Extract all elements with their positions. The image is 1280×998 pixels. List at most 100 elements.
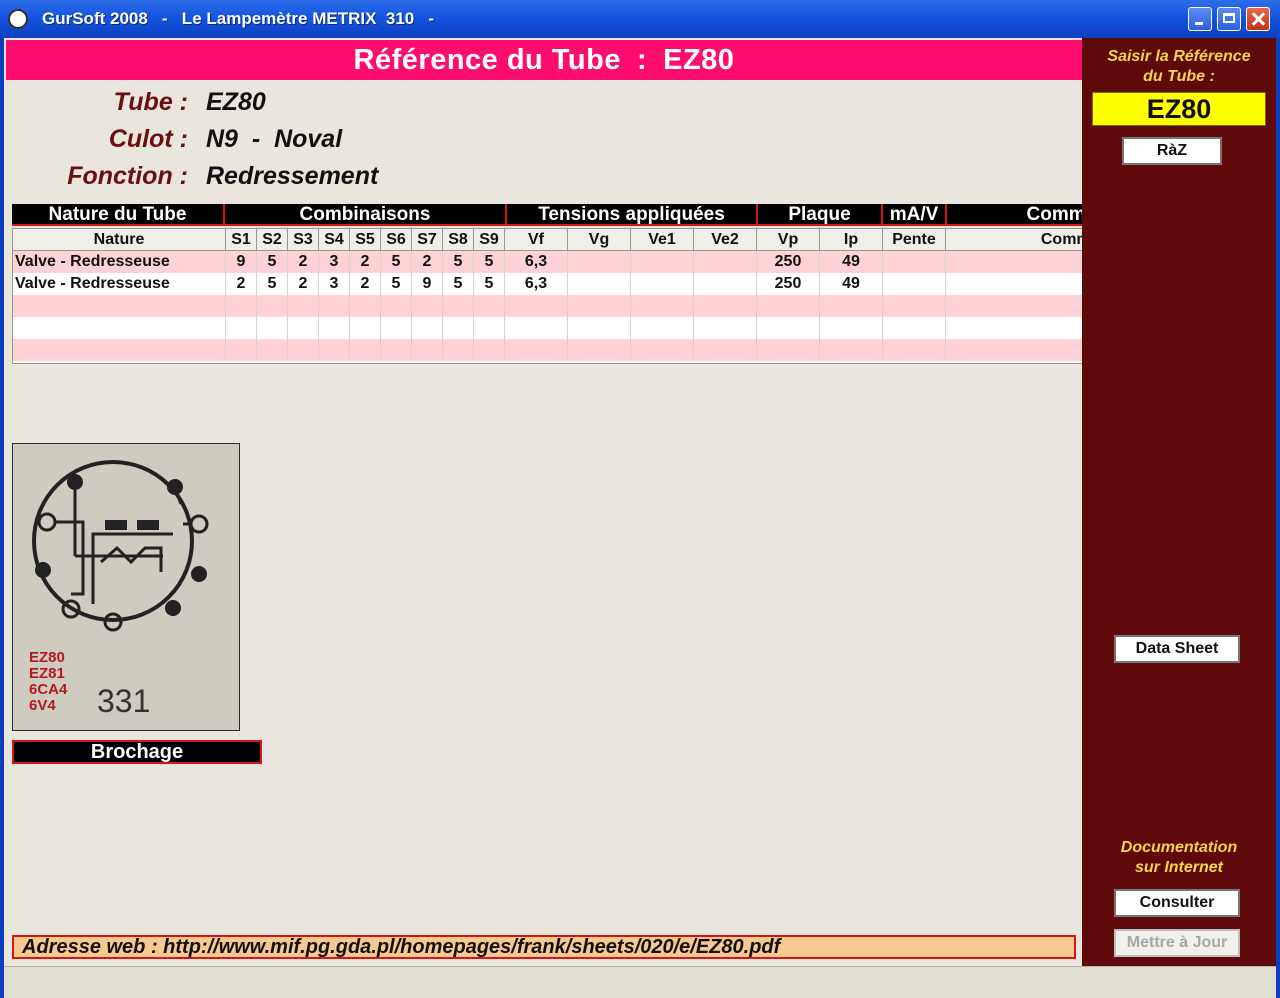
cell-ve2[interactable] xyxy=(694,339,757,361)
cell-ip[interactable]: 49 xyxy=(820,251,883,273)
cell-s5[interactable] xyxy=(350,339,381,361)
mettre-a-jour-button[interactable]: Mettre à Jour xyxy=(1114,929,1240,957)
cell-s2[interactable]: 5 xyxy=(257,251,288,273)
column-header-vg[interactable]: Vg xyxy=(568,229,631,251)
cell-s6[interactable] xyxy=(381,339,412,361)
column-header-s4[interactable]: S4 xyxy=(319,229,350,251)
column-header-pente[interactable]: Pente xyxy=(883,229,946,251)
cell-s3[interactable] xyxy=(288,339,319,361)
cell-s6[interactable]: 5 xyxy=(381,273,412,295)
cell-s7[interactable] xyxy=(412,317,443,339)
cell-s9[interactable] xyxy=(474,317,505,339)
column-header-s1[interactable]: S1 xyxy=(226,229,257,251)
tube-data-grid[interactable]: ▲ ▼ NatureS1S2S3S4S5S6S7S8S9VfVgVe1Ve2Vp… xyxy=(12,228,1266,364)
column-header-vp[interactable]: Vp xyxy=(757,229,820,251)
cell-ve1[interactable] xyxy=(631,273,694,295)
cell-s6[interactable]: 5 xyxy=(381,251,412,273)
cell-s4[interactable] xyxy=(319,317,350,339)
cell-s8[interactable] xyxy=(443,317,474,339)
cell-s8[interactable]: 5 xyxy=(443,273,474,295)
cell-vg[interactable] xyxy=(568,317,631,339)
cell-ve1[interactable] xyxy=(631,317,694,339)
column-header-s6[interactable]: S6 xyxy=(381,229,412,251)
cell-s2[interactable] xyxy=(257,339,288,361)
cell-s4[interactable] xyxy=(319,295,350,317)
table-row[interactable] xyxy=(13,339,1241,361)
column-header-ve2[interactable]: Ve2 xyxy=(694,229,757,251)
table-row[interactable]: Valve - Redresseuse 9 5 2 3 2 5 2 5 5 6,3 250 49 xyxy=(13,251,1241,273)
cell-s8[interactable] xyxy=(443,295,474,317)
cell-vf[interactable]: 6,3 xyxy=(505,251,568,273)
cell-vp[interactable]: 250 xyxy=(757,251,820,273)
cell-s5[interactable] xyxy=(350,295,381,317)
cell-s4[interactable]: 3 xyxy=(319,251,350,273)
cell-vp[interactable]: 250 xyxy=(757,273,820,295)
column-header-s9[interactable]: S9 xyxy=(474,229,505,251)
cell-s2[interactable] xyxy=(257,317,288,339)
cell-s7[interactable] xyxy=(412,295,443,317)
cell-s9[interactable] xyxy=(474,295,505,317)
cell-s2[interactable] xyxy=(257,295,288,317)
cell-pente[interactable] xyxy=(883,251,946,273)
cell-s1[interactable] xyxy=(226,317,257,339)
column-header-ip[interactable]: Ip xyxy=(820,229,883,251)
cell-s1[interactable]: 2 xyxy=(226,273,257,295)
table-row[interactable]: Valve - Redresseuse 2 5 2 3 2 5 9 5 5 6,3 250 49 xyxy=(13,273,1241,295)
table-row[interactable] xyxy=(13,295,1241,317)
cell-s8[interactable] xyxy=(443,339,474,361)
cell-s4[interactable]: 3 xyxy=(319,273,350,295)
cell-ve1[interactable] xyxy=(631,251,694,273)
cell-s5[interactable]: 2 xyxy=(350,273,381,295)
cell-s3[interactable]: 2 xyxy=(288,273,319,295)
cell-vg[interactable] xyxy=(568,251,631,273)
cell-nature[interactable]: Valve - Redresseuse xyxy=(13,273,226,295)
cell-ip[interactable]: 49 xyxy=(820,273,883,295)
cell-s1[interactable]: 9 xyxy=(226,251,257,273)
minimize-button[interactable] xyxy=(1188,7,1212,31)
column-header-s5[interactable]: S5 xyxy=(350,229,381,251)
cell-s1[interactable] xyxy=(226,295,257,317)
cell-s9[interactable] xyxy=(474,339,505,361)
cell-s1[interactable] xyxy=(226,339,257,361)
cell-vp[interactable] xyxy=(757,317,820,339)
raz-button[interactable]: RàZ xyxy=(1122,137,1222,165)
cell-vf[interactable] xyxy=(505,339,568,361)
cell-ip[interactable] xyxy=(820,317,883,339)
cell-pente[interactable] xyxy=(883,295,946,317)
cell-s7[interactable]: 2 xyxy=(412,251,443,273)
cell-nature[interactable]: Valve - Redresseuse xyxy=(13,251,226,273)
column-header-vf[interactable]: Vf xyxy=(505,229,568,251)
cell-ip[interactable] xyxy=(820,295,883,317)
cell-vg[interactable] xyxy=(568,295,631,317)
cell-pente[interactable] xyxy=(883,317,946,339)
close-button[interactable] xyxy=(1246,7,1270,31)
cell-s6[interactable] xyxy=(381,317,412,339)
cell-s3[interactable] xyxy=(288,317,319,339)
cell-s6[interactable] xyxy=(381,295,412,317)
cell-vp[interactable] xyxy=(757,295,820,317)
cell-s7[interactable] xyxy=(412,339,443,361)
consulter-button[interactable]: Consulter xyxy=(1114,889,1240,917)
cell-s9[interactable]: 5 xyxy=(474,273,505,295)
data-sheet-button[interactable]: Data Sheet xyxy=(1114,635,1240,663)
reference-input[interactable]: EZ80 xyxy=(1092,92,1266,126)
cell-s7[interactable]: 9 xyxy=(412,273,443,295)
cell-ve1[interactable] xyxy=(631,339,694,361)
window-titlebar[interactable]: GurSoft 2008 - Le Lampemètre METRIX 310 … xyxy=(0,0,1280,38)
column-header-s2[interactable]: S2 xyxy=(257,229,288,251)
column-header-s8[interactable]: S8 xyxy=(443,229,474,251)
table-row[interactable] xyxy=(13,317,1241,339)
web-address-field[interactable]: Adresse web : http://www.mif.pg.gda.pl/h… xyxy=(12,935,1076,959)
cell-ve2[interactable] xyxy=(694,295,757,317)
cell-nature[interactable] xyxy=(13,295,226,317)
cell-vp[interactable] xyxy=(757,339,820,361)
column-header-s3[interactable]: S3 xyxy=(288,229,319,251)
column-header-ve1[interactable]: Ve1 xyxy=(631,229,694,251)
cell-s5[interactable]: 2 xyxy=(350,251,381,273)
cell-ve2[interactable] xyxy=(694,251,757,273)
cell-nature[interactable] xyxy=(13,317,226,339)
column-header-nature[interactable]: Nature xyxy=(13,229,226,251)
cell-pente[interactable] xyxy=(883,273,946,295)
cell-vg[interactable] xyxy=(568,339,631,361)
cell-s2[interactable]: 5 xyxy=(257,273,288,295)
